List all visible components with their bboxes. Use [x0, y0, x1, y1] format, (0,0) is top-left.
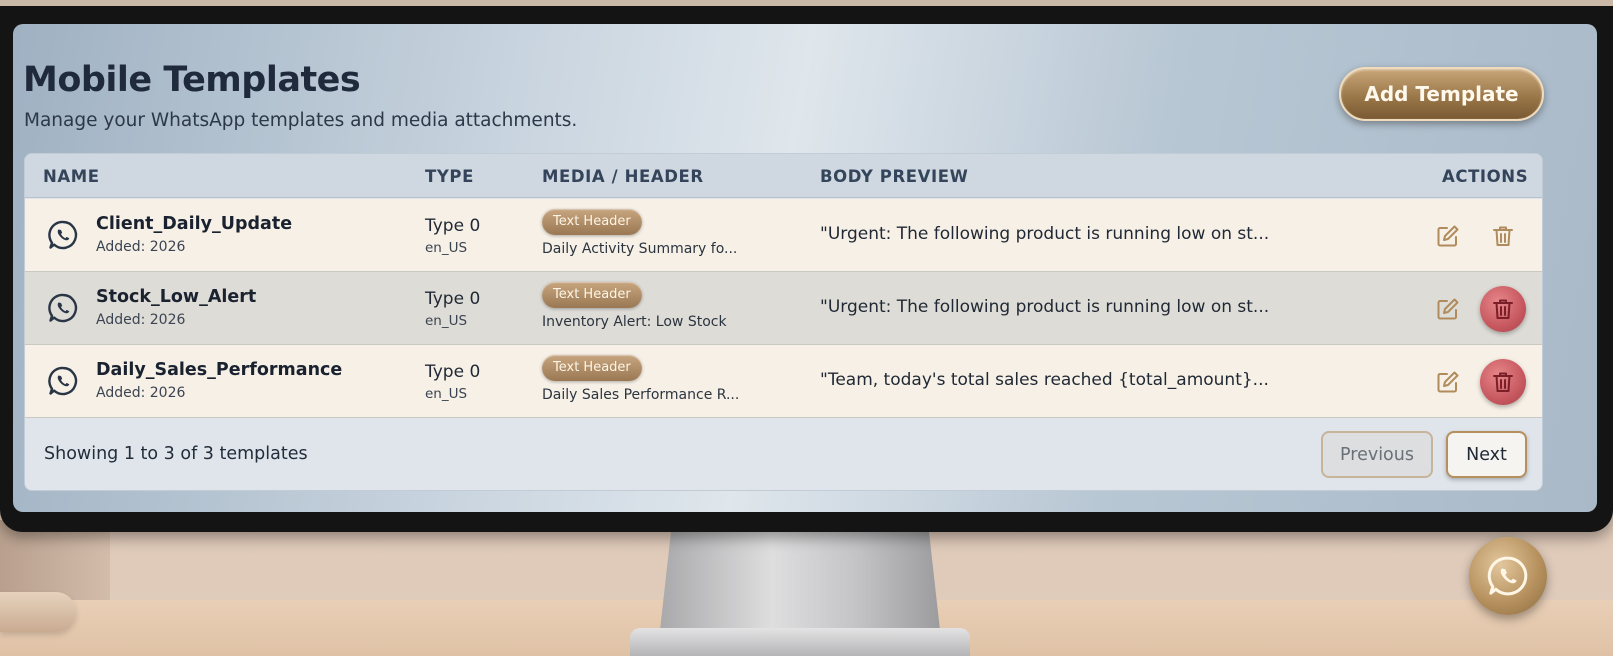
edit-icon — [1437, 371, 1459, 393]
template-added: Added: 2026 — [96, 312, 186, 328]
edit-button[interactable] — [1433, 367, 1463, 397]
template-language: en_US — [425, 313, 468, 329]
whatsapp-icon — [48, 220, 78, 250]
delete-button[interactable] — [1480, 286, 1526, 332]
whatsapp-icon — [48, 293, 78, 323]
template-name: Client_Daily_Update — [96, 214, 293, 234]
table-row: Daily_Sales_Performance Added: 2026 Type… — [25, 345, 1542, 418]
column-header-type: TYPE — [425, 167, 474, 186]
table-row: Stock_Low_Alert Added: 2026 Type 0 en_US… — [25, 272, 1542, 345]
header-type-badge: Text Header — [542, 209, 642, 235]
table-row: Client_Daily_Update Added: 2026 Type 0 e… — [25, 199, 1542, 272]
monitor-top-edge — [0, 0, 1613, 6]
page-subtitle: Manage your WhatsApp templates and media… — [24, 110, 578, 131]
app-screen: Mobile Templates Manage your WhatsApp te… — [13, 24, 1597, 512]
column-header-actions: ACTIONS — [1442, 167, 1529, 186]
template-type: Type 0 — [425, 289, 481, 309]
whatsapp-icon — [1487, 556, 1528, 596]
template-type: Type 0 — [425, 362, 481, 382]
monitor: Mobile Templates Manage your WhatsApp te… — [0, 0, 1613, 532]
previous-page-button[interactable]: Previous — [1321, 431, 1433, 478]
table-footer: Showing 1 to 3 of 3 templates Previous N… — [25, 418, 1542, 490]
pagination-summary: Showing 1 to 3 of 3 templates — [44, 444, 308, 464]
monitor-stand — [660, 530, 940, 630]
column-header-media: MEDIA / HEADER — [542, 167, 704, 186]
delete-button[interactable] — [1480, 213, 1526, 259]
template-added: Added: 2026 — [96, 239, 186, 255]
delete-button[interactable] — [1480, 359, 1526, 405]
template-language: en_US — [425, 240, 468, 256]
media-header-text: Daily Activity Summary fo... — [542, 241, 738, 257]
whatsapp-fab-button[interactable] — [1469, 537, 1547, 615]
desk-object — [0, 592, 76, 632]
edit-button[interactable] — [1433, 221, 1463, 251]
column-header-name: NAME — [43, 167, 100, 186]
template-name: Daily_Sales_Performance — [96, 360, 343, 380]
edit-icon — [1437, 225, 1459, 247]
next-page-button[interactable]: Next — [1446, 431, 1527, 478]
monitor-stand-base — [630, 628, 970, 656]
edit-button[interactable] — [1433, 294, 1463, 324]
whatsapp-icon — [48, 366, 78, 396]
template-type: Type 0 — [425, 216, 481, 236]
page-title: Mobile Templates — [23, 60, 361, 100]
template-language: en_US — [425, 386, 468, 402]
trash-icon — [1493, 372, 1513, 392]
trash-icon — [1493, 226, 1513, 246]
header-type-badge: Text Header — [542, 282, 642, 308]
column-header-body: BODY PREVIEW — [820, 167, 969, 186]
table-header: NAME TYPE MEDIA / HEADER BODY PREVIEW AC… — [25, 154, 1542, 198]
header-type-badge: Text Header — [542, 355, 642, 381]
add-template-button[interactable]: Add Template — [1339, 67, 1544, 121]
media-header-text: Inventory Alert: Low Stock — [542, 314, 727, 330]
template-added: Added: 2026 — [96, 385, 186, 401]
body-preview: "Team, today's total sales reached {tota… — [820, 370, 1269, 390]
template-name: Stock_Low_Alert — [96, 287, 257, 307]
trash-icon — [1493, 299, 1513, 319]
body-preview: "Urgent: The following product is runnin… — [820, 224, 1270, 244]
edit-icon — [1437, 298, 1459, 320]
media-header-text: Daily Sales Performance R... — [542, 387, 740, 403]
body-preview: "Urgent: The following product is runnin… — [820, 297, 1270, 317]
templates-table: NAME TYPE MEDIA / HEADER BODY PREVIEW AC… — [24, 153, 1543, 491]
